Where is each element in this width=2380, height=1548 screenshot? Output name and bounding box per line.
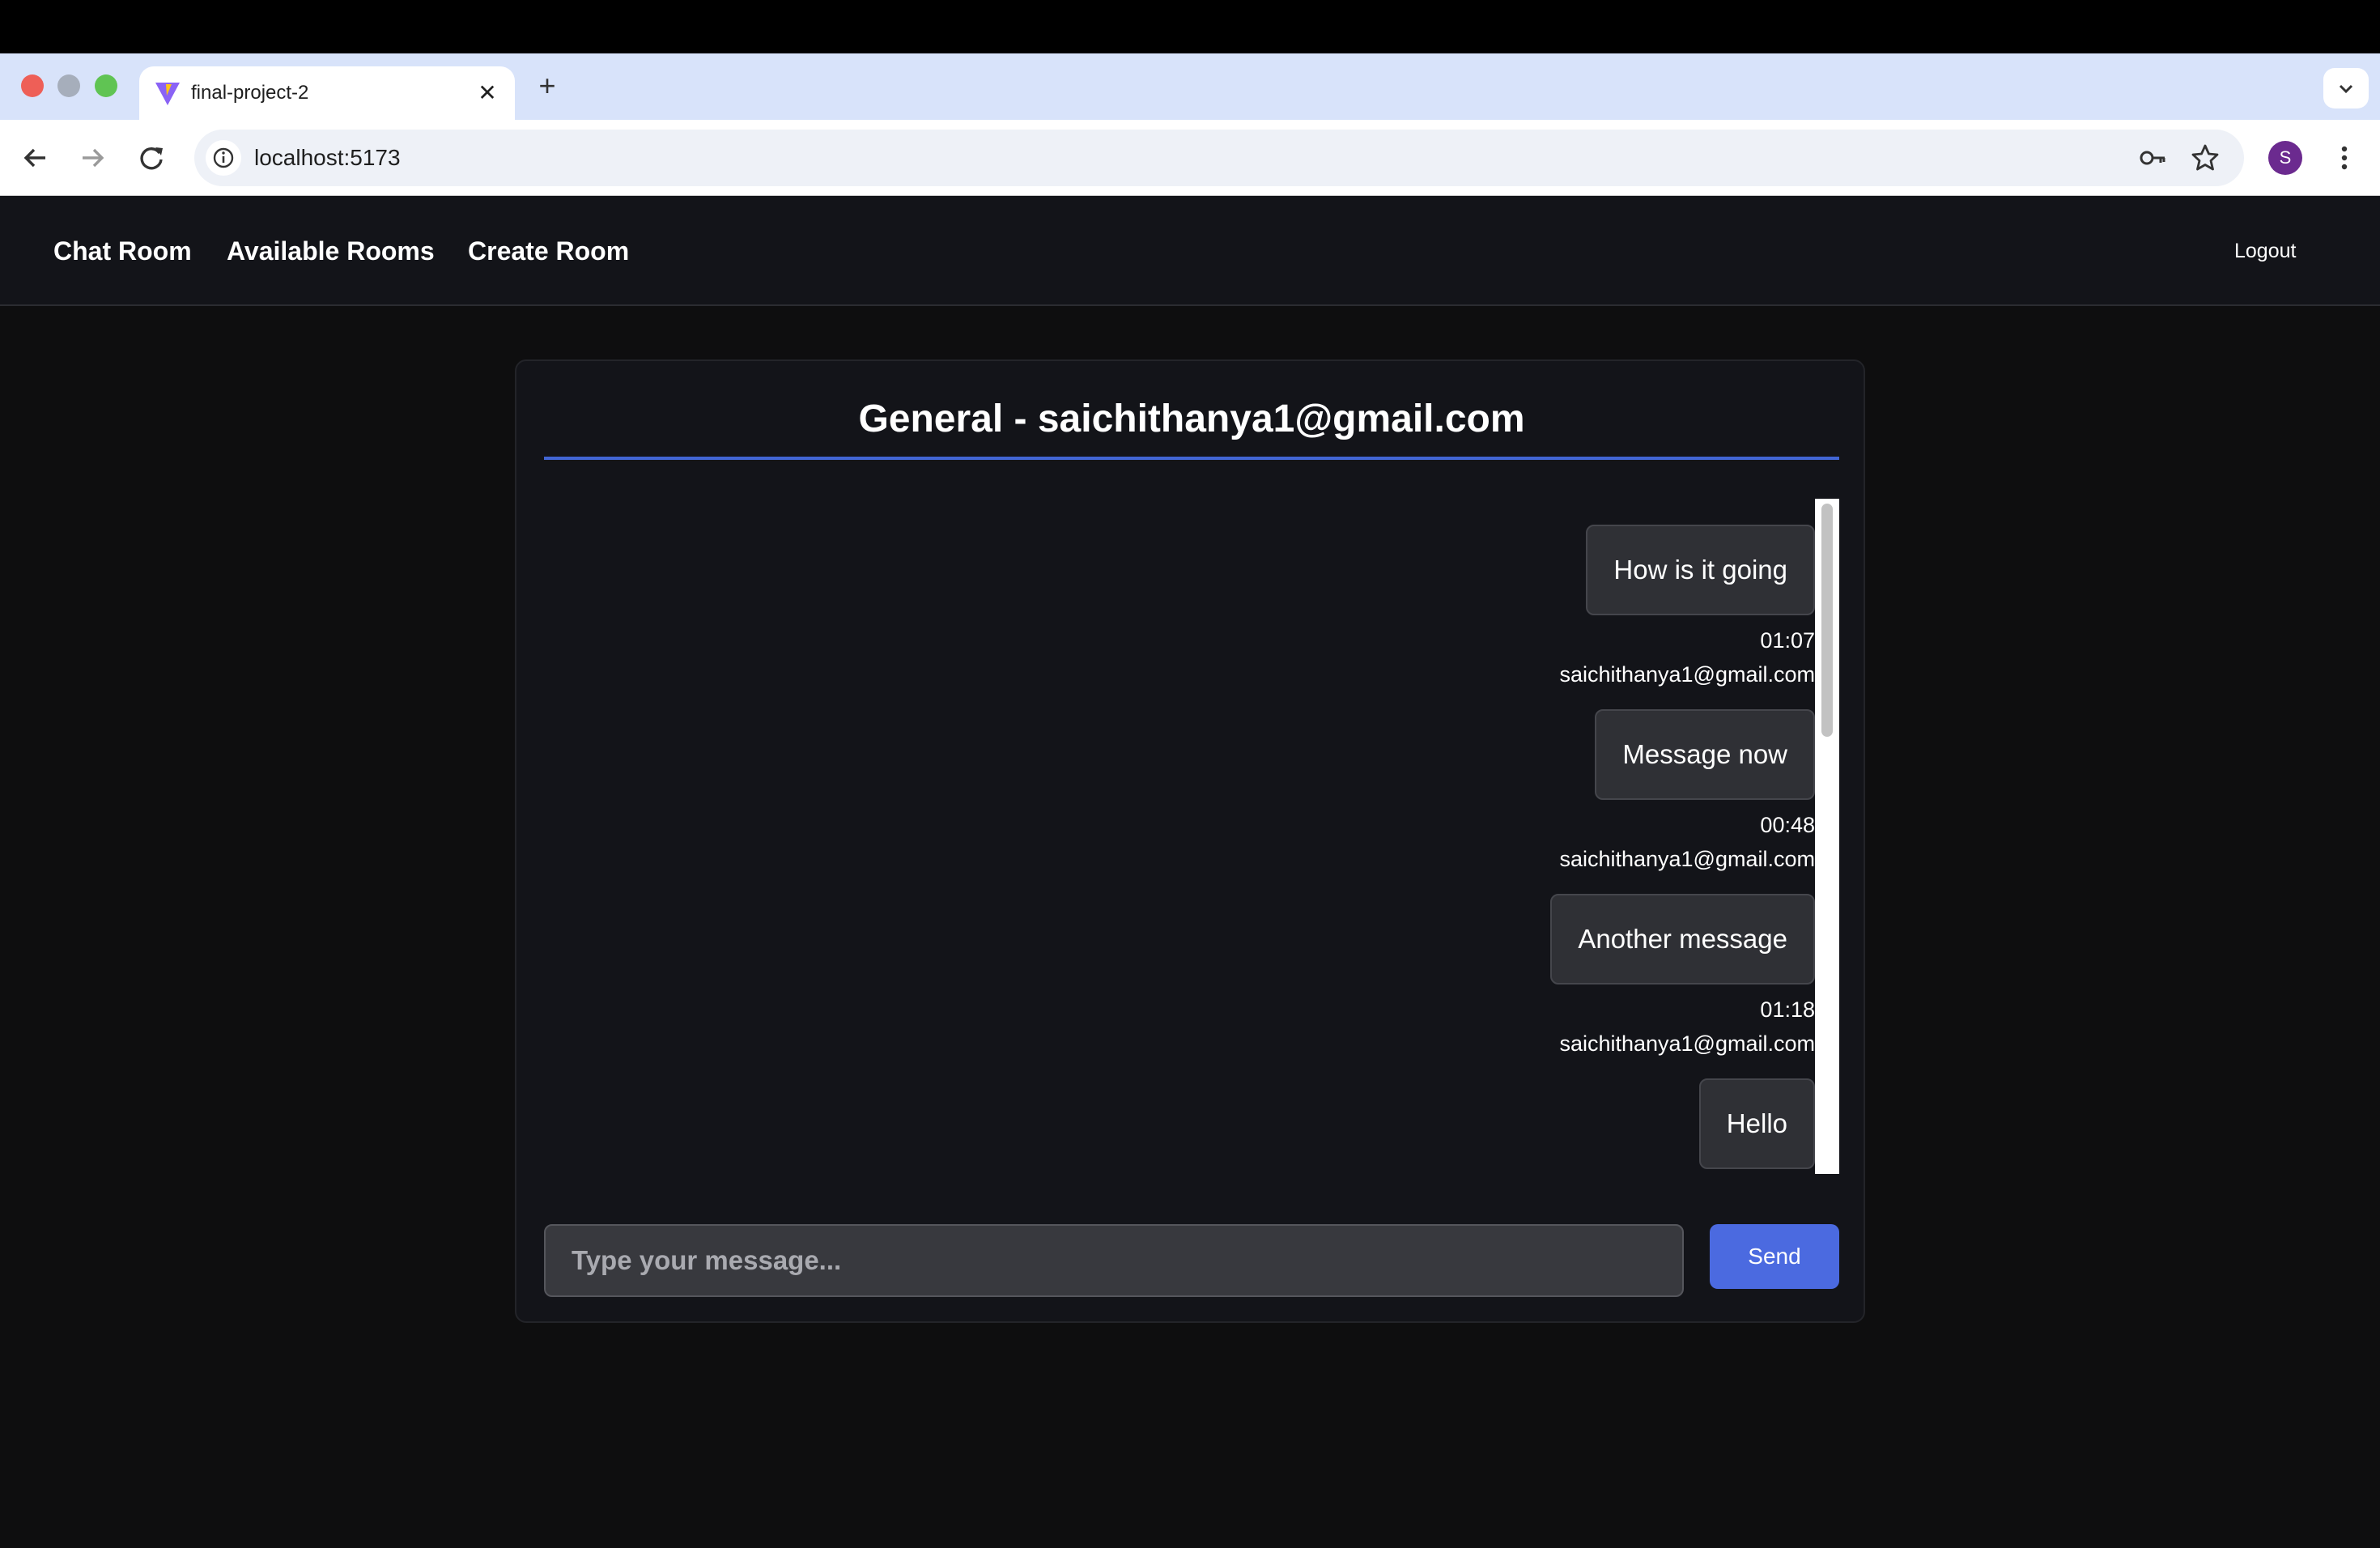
message-item: Another message 01:18 saichithanya1@gmai… [1550,894,1815,1059]
forward-arrow-icon[interactable] [74,139,112,176]
password-key-icon[interactable] [2136,140,2171,176]
message-bubble: Hello [1698,1078,1815,1169]
maximize-window-button[interactable] [95,74,117,97]
message-input[interactable] [544,1224,1684,1297]
minimize-window-button[interactable] [57,74,80,97]
message-list[interactable]: How is it going 01:07 saichithanya1@gmai… [544,499,1839,1174]
new-tab-button[interactable]: + [529,68,565,104]
room-title: General - saichithanya1@gmail.com [858,398,1525,440]
close-window-button[interactable] [21,74,44,97]
title-underline [544,457,1839,460]
url-text: localhost:5173 [254,145,401,170]
chat-panel: General - saichithanya1@gmail.com How is… [515,359,1865,1323]
message-bubble: Message now [1595,709,1815,800]
app-navbar: Chat Room Available Rooms Create Room Lo… [0,196,2380,306]
logout-button[interactable]: Logout [2234,196,2296,306]
nav-link-chat-room[interactable]: Chat Room [53,196,192,306]
back-arrow-icon[interactable] [16,139,53,176]
tab-title: final-project-2 [191,82,309,104]
message-bubble: Another message [1550,894,1815,985]
message-sender: saichithanya1@gmail.com [1559,662,1815,687]
vite-logo-icon [155,83,180,105]
message-scrollbar[interactable] [1815,499,1839,1174]
site-info-icon[interactable] [206,140,241,176]
scrollbar-thumb[interactable] [1821,504,1833,737]
nav-link-available-rooms[interactable]: Available Rooms [227,196,435,306]
reload-icon[interactable] [133,139,170,176]
message-bubble: How is it going [1586,525,1815,615]
browser-tab[interactable]: final-project-2 ✕ [139,66,515,120]
address-bar[interactable]: localhost:5173 [194,130,2244,186]
message-time: 01:07 [1760,628,1815,653]
message-item: Message now 00:48 saichithanya1@gmail.co… [1559,709,1815,874]
message-time: 01:18 [1760,997,1815,1022]
browser-menu-icon[interactable] [2328,139,2361,176]
mac-menu-bar [0,0,2380,53]
message-sender: saichithanya1@gmail.com [1559,1031,1815,1056]
message-item: How is it going 01:07 saichithanya1@gmai… [1559,525,1815,690]
send-button[interactable]: Send [1710,1224,1839,1289]
message-sender: saichithanya1@gmail.com [1559,847,1815,871]
bookmark-star-icon[interactable] [2187,140,2223,176]
message-item: Hello [1698,1078,1815,1169]
nav-link-create-room[interactable]: Create Room [468,196,629,306]
message-time: 00:48 [1760,813,1815,837]
tab-close-icon[interactable]: ✕ [471,77,504,109]
profile-avatar[interactable]: S [2268,141,2302,175]
tab-search-chevron-icon[interactable] [2323,68,2369,108]
browser-toolbar: localhost:5173 S [0,120,2380,196]
